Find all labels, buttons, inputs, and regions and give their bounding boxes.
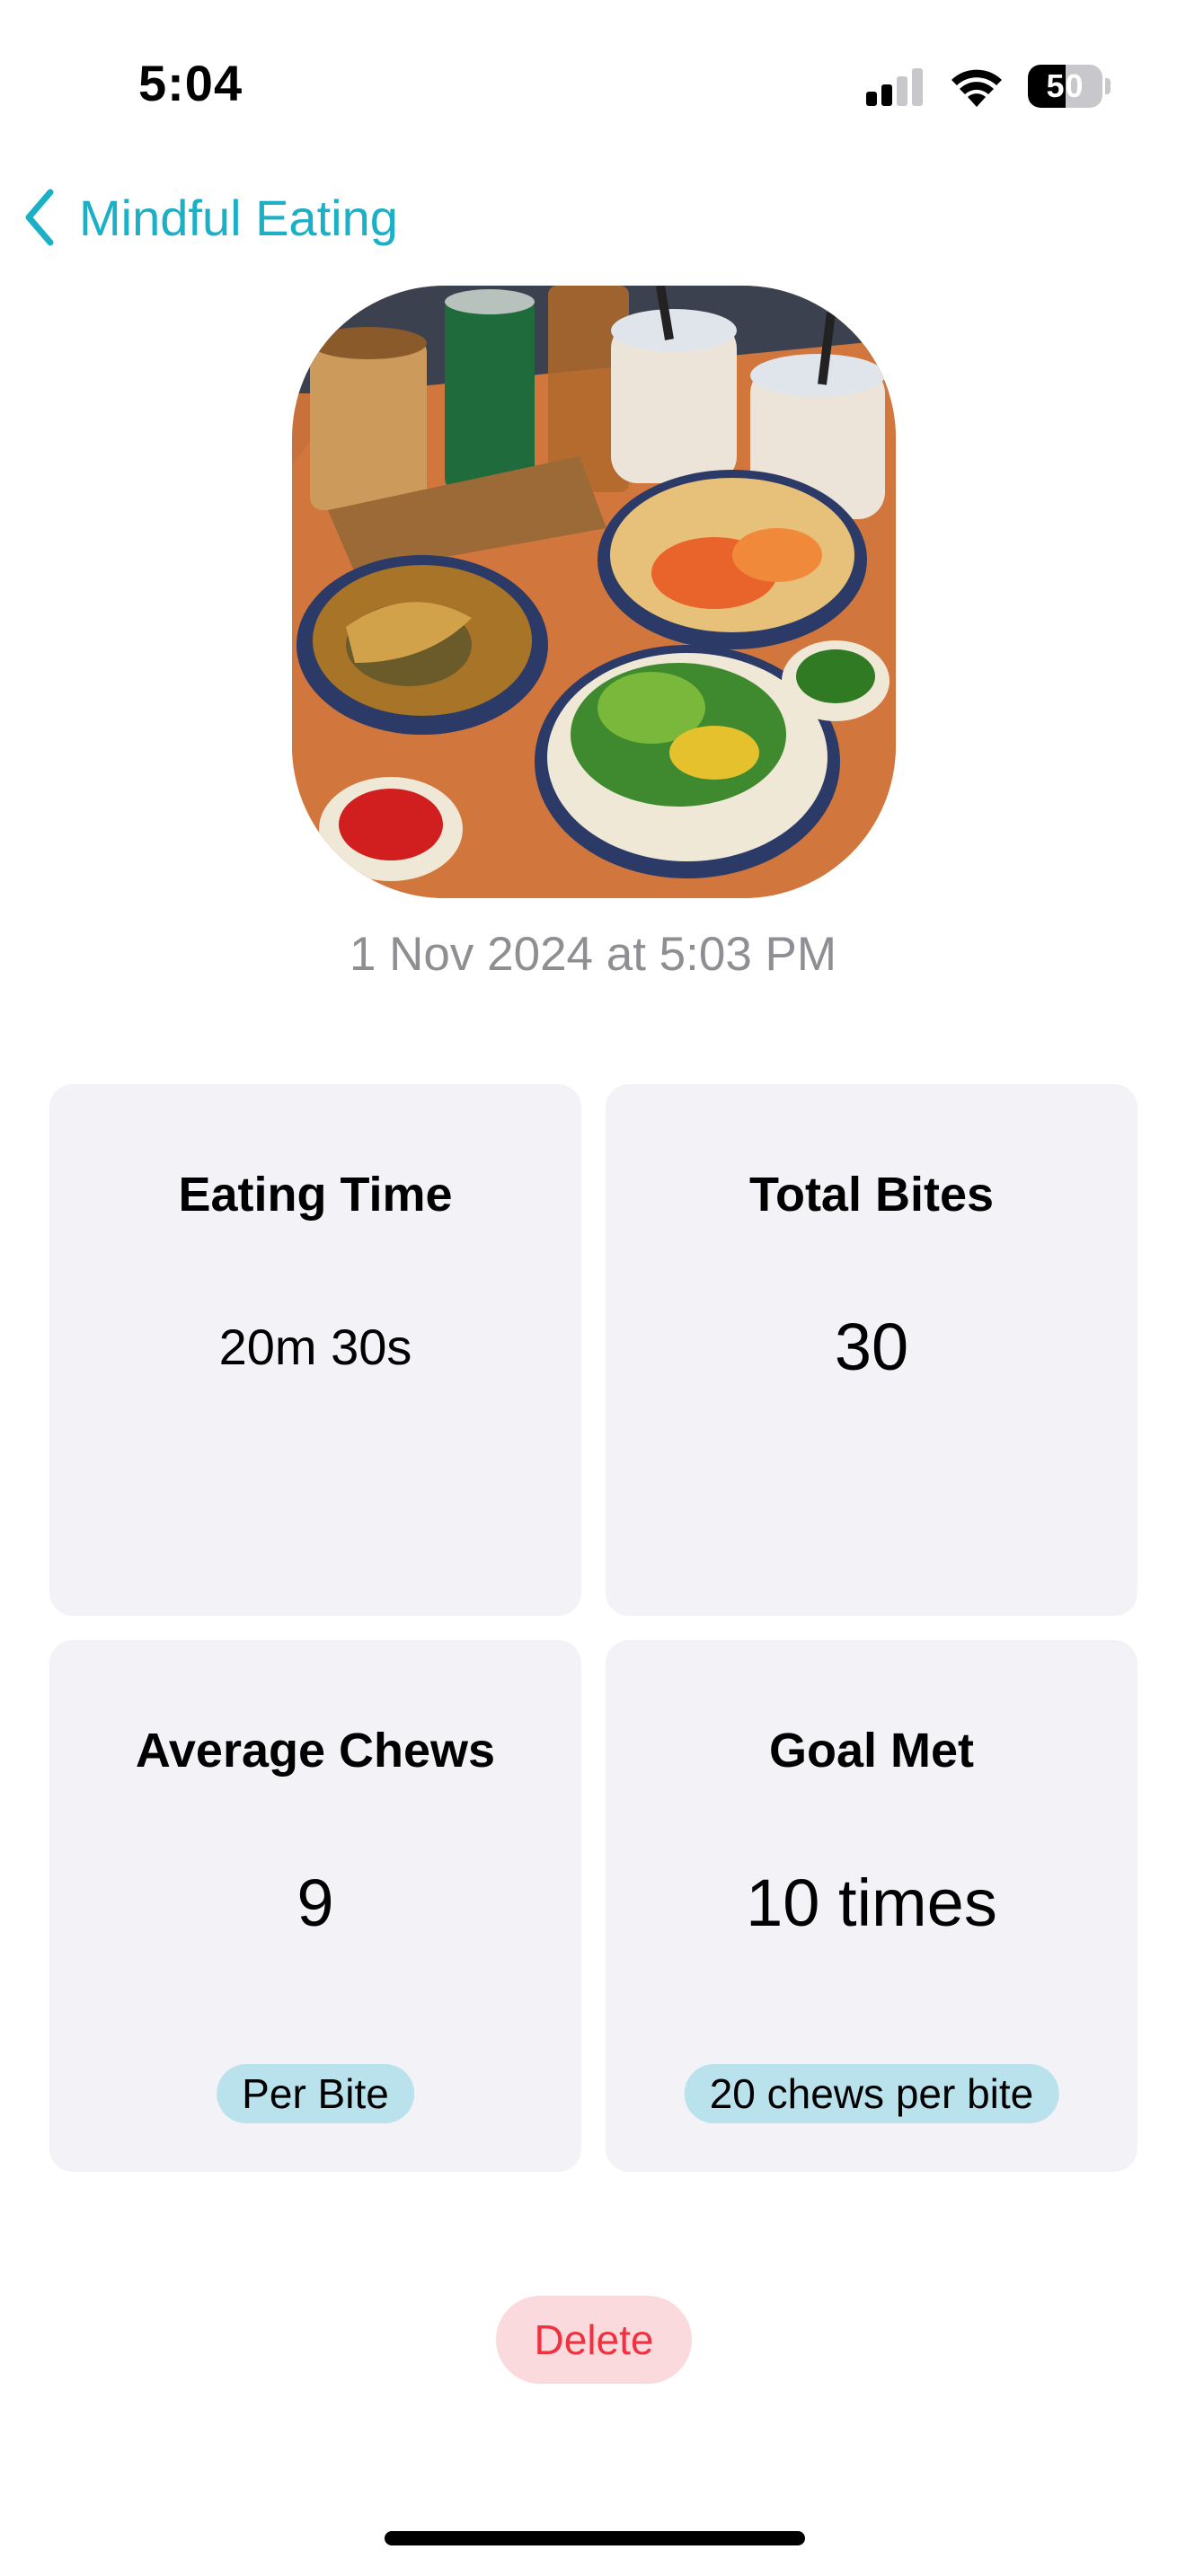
per-bite-badge: Per Bite: [217, 2064, 414, 2123]
battery-icon: 50: [1028, 65, 1111, 108]
average-chews-value: 9: [296, 1866, 334, 1940]
battery-level: 50: [1046, 67, 1084, 104]
status-icons: 50: [866, 63, 1111, 110]
goal-criteria-badge: 20 chews per bite: [684, 2064, 1059, 2123]
goal-met-card: Goal Met 10 times 20 chews per bite: [606, 1640, 1137, 2172]
status-time: 5:04: [138, 55, 243, 111]
eating-time-value: 20m 30s: [218, 1319, 412, 1375]
meal-photo[interactable]: [292, 286, 896, 898]
delete-button[interactable]: Delete: [496, 2296, 692, 2384]
home-indicator[interactable]: [385, 2531, 805, 2545]
card-title: Average Chews: [135, 1724, 496, 1778]
meal-timestamp: 1 Nov 2024 at 5:03 PM: [349, 928, 837, 981]
wifi-icon: [951, 69, 1002, 107]
total-bites-card: Total Bites 30: [606, 1084, 1137, 1616]
card-title: Total Bites: [748, 1168, 995, 1222]
status-bar: 5:04 50: [0, 0, 1186, 171]
eating-time-card: Eating Time 20m 30s: [49, 1084, 581, 1616]
chevron-left-icon: [25, 189, 54, 246]
signal-icon: [866, 68, 923, 106]
card-title: Goal Met: [768, 1724, 975, 1778]
total-bites-value: 30: [834, 1310, 909, 1384]
back-button[interactable]: Mindful Eating: [23, 180, 398, 255]
back-label: Mindful Eating: [79, 189, 398, 246]
card-title: Eating Time: [178, 1168, 453, 1222]
average-chews-card: Average Chews 9 Per Bite: [49, 1640, 581, 2172]
goal-met-value: 10 times: [746, 1866, 997, 1940]
